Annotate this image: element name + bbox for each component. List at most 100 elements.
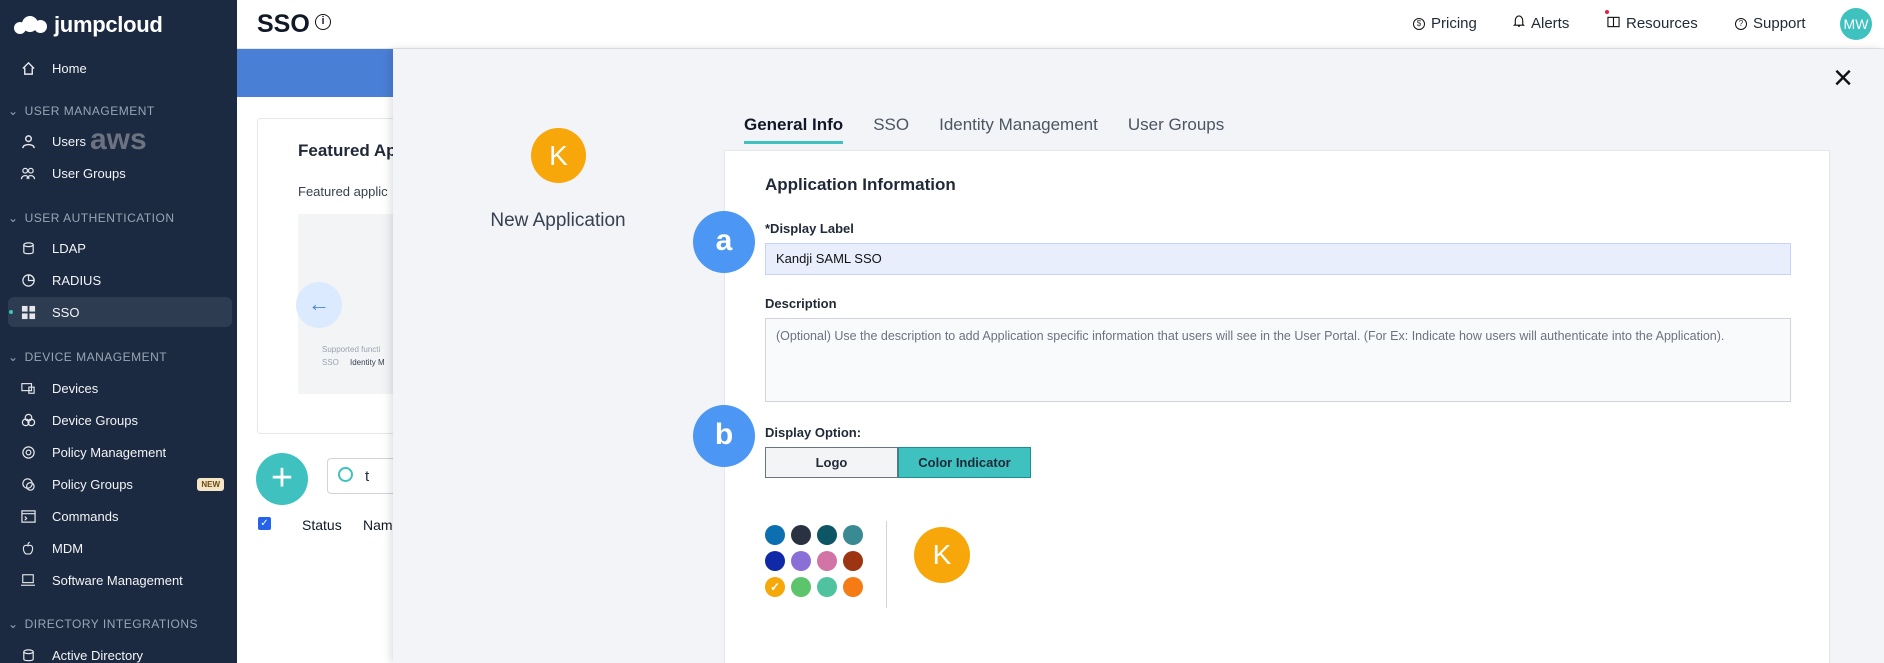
- cloud-logo-icon: [14, 14, 48, 36]
- add-application-button[interactable]: +: [256, 453, 308, 505]
- book-icon: [1605, 10, 1620, 32]
- radius-icon: [20, 272, 36, 288]
- tab-general-info[interactable]: General Info: [744, 115, 844, 144]
- sidebar-item-radius[interactable]: RADIUS: [8, 265, 232, 295]
- help-icon: ?: [1735, 17, 1747, 30]
- plus-icon: +: [270, 457, 294, 499]
- active-indicator: [9, 310, 13, 314]
- sidebar-item-policy-management[interactable]: Policy Management: [8, 437, 232, 467]
- tab-identity-management[interactable]: Identity Management: [939, 115, 1098, 144]
- tile-sso-label: SSO: [322, 358, 339, 367]
- sidebar-item-devices[interactable]: Devices: [8, 373, 232, 403]
- select-all-checkbox[interactable]: ✓: [258, 517, 271, 530]
- database-icon: [20, 240, 36, 256]
- app-avatar: K: [531, 128, 586, 183]
- jumpcloud-logo[interactable]: jumpcloud: [14, 12, 163, 38]
- sidebar-item-label: Active Directory: [52, 647, 144, 663]
- sidebar-item-label: LDAP: [52, 240, 86, 256]
- apple-icon: [20, 540, 36, 556]
- color-swatch[interactable]: [843, 551, 863, 571]
- brand-name: jumpcloud: [54, 12, 163, 37]
- section-directory-integrations[interactable]: ⌄ DIRECTORY INTEGRATIONS: [8, 617, 198, 631]
- sidebar-item-ldap[interactable]: LDAP: [8, 233, 232, 263]
- sidebar-item-commands[interactable]: Commands: [8, 501, 232, 531]
- tile-identity-label: Identity M: [350, 358, 385, 367]
- sidebar-item-label: Commands: [52, 508, 119, 524]
- sidebar-item-label: SSO: [52, 304, 80, 320]
- chevron-down-icon: ⌄: [8, 350, 19, 364]
- bell-icon: [1513, 15, 1525, 32]
- sidebar-item-active-directory[interactable]: Active Directory: [8, 640, 232, 663]
- top-header: SSO i $ Pricing Alerts Resources ? Suppo…: [237, 0, 1884, 49]
- section-user-authentication[interactable]: ⌄ USER AUTHENTICATION: [8, 211, 175, 225]
- policy-groups-icon: [20, 476, 36, 492]
- logo-option-button[interactable]: Logo: [765, 447, 898, 478]
- pricing-link[interactable]: $ Pricing: [1413, 15, 1477, 32]
- tab-bar: General Info SSO Identity Management Use…: [744, 115, 1224, 144]
- color-swatch-selected[interactable]: ✓: [765, 577, 785, 597]
- checkmark-icon: ✓: [769, 580, 781, 594]
- color-swatch[interactable]: [791, 525, 811, 545]
- color-indicator-option-button[interactable]: Color Indicator: [898, 447, 1031, 478]
- color-swatch-grid: ✓: [765, 525, 863, 597]
- sidebar-item-sso[interactable]: SSO: [8, 297, 232, 327]
- column-header-name[interactable]: Nam: [363, 517, 393, 533]
- sidebar-item-label: Users: [52, 133, 86, 149]
- search-icon: [338, 467, 353, 482]
- color-swatch[interactable]: [817, 577, 837, 597]
- column-header-status[interactable]: Status: [302, 517, 342, 533]
- tab-sso[interactable]: SSO: [873, 115, 909, 144]
- color-swatch[interactable]: [765, 551, 785, 571]
- sidebar-item-mdm[interactable]: MDM: [8, 533, 232, 563]
- step-marker-b: b: [693, 405, 755, 467]
- sidebar: jumpcloud Home ⌄ USER MANAGEMENT Users Us…: [0, 0, 237, 663]
- featured-apps-subtitle: Featured applic: [298, 184, 388, 199]
- tab-user-groups[interactable]: User Groups: [1128, 115, 1224, 144]
- display-label-label: *Display Label: [765, 221, 854, 236]
- close-icon[interactable]: ×: [1828, 61, 1858, 95]
- chevron-down-icon: ⌄: [8, 617, 19, 631]
- user-group-icon: [20, 165, 36, 181]
- step-marker-a: a: [693, 211, 755, 273]
- section-user-management[interactable]: ⌄ USER MANAGEMENT: [8, 104, 155, 118]
- sidebar-item-label: RADIUS: [52, 272, 102, 288]
- new-application-panel: × K New Application General Info SSO Ide…: [393, 49, 1884, 663]
- color-swatch[interactable]: [817, 551, 837, 571]
- color-preview-avatar: K: [914, 527, 970, 583]
- color-swatch[interactable]: [817, 525, 837, 545]
- color-swatch[interactable]: [791, 577, 811, 597]
- color-swatch[interactable]: [843, 577, 863, 597]
- chevron-down-icon: ⌄: [8, 211, 19, 225]
- section-title: Application Information: [765, 175, 956, 194]
- dollar-icon: $: [1413, 17, 1425, 30]
- info-icon[interactable]: i: [315, 14, 331, 30]
- sidebar-item-label: Devices: [52, 380, 99, 396]
- device-groups-icon: [20, 412, 36, 428]
- support-link[interactable]: ? Support: [1735, 15, 1806, 32]
- section-device-management[interactable]: ⌄ DEVICE MANAGEMENT: [8, 350, 167, 364]
- featured-apps-card: Featured Ap Featured applic: [257, 118, 408, 434]
- sidebar-item-user-groups[interactable]: User Groups: [8, 158, 232, 188]
- directory-icon: [20, 647, 36, 663]
- grid-icon: [20, 304, 36, 320]
- color-swatch[interactable]: [843, 525, 863, 545]
- description-textarea[interactable]: (Optional) Use the description to add Ap…: [765, 318, 1791, 402]
- carousel-prev-button[interactable]: ←: [296, 282, 342, 328]
- sidebar-item-home[interactable]: Home: [8, 53, 232, 83]
- color-swatch[interactable]: [765, 525, 785, 545]
- sidebar-item-label: Policy Groups: [52, 476, 133, 492]
- sidebar-item-label: Home: [52, 60, 87, 76]
- home-icon: [20, 60, 36, 76]
- devices-icon: [20, 380, 36, 396]
- resources-link[interactable]: Resources: [1605, 10, 1698, 32]
- featured-apps-title: Featured Ap: [298, 141, 397, 160]
- alerts-link[interactable]: Alerts: [1513, 15, 1569, 32]
- sidebar-item-policy-groups[interactable]: Policy Groups NEW: [8, 469, 232, 499]
- sidebar-item-software-management[interactable]: Software Management: [8, 565, 232, 595]
- color-swatch[interactable]: [791, 551, 811, 571]
- sidebar-item-label: Device Groups: [52, 412, 138, 428]
- display-label-input[interactable]: Kandji SAML SSO: [765, 243, 1791, 275]
- user-avatar[interactable]: MW: [1840, 8, 1872, 40]
- sidebar-item-device-groups[interactable]: Device Groups: [8, 405, 232, 435]
- aws-logo: aws: [90, 123, 147, 156]
